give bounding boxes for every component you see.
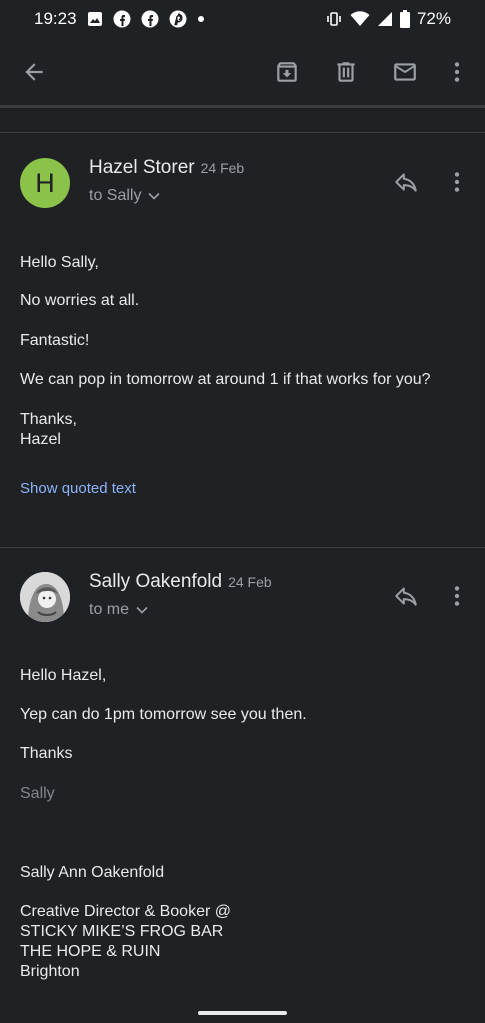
recipient-details-toggle[interactable]: to me: [89, 601, 149, 619]
chevron-down-icon: [148, 192, 161, 200]
signature-line: STICKY MIKE’S FROG BAR: [20, 923, 224, 940]
recipient-details-toggle[interactable]: to Sally: [89, 187, 161, 205]
recipient-label: to me: [89, 601, 130, 618]
wifi-icon: [350, 10, 370, 28]
message-divider: [0, 132, 485, 133]
delete-button[interactable]: [332, 58, 360, 86]
gallery-notification-icon: [87, 11, 103, 27]
more-notifications-dot-icon: [197, 15, 205, 23]
sender-name: Hazel Storer 24 Feb: [89, 157, 244, 179]
message-body-line: No worries at all.: [20, 292, 140, 309]
gesture-nav-handle[interactable]: [198, 1011, 287, 1015]
message-body-line: Hello Sally,: [20, 254, 99, 271]
pinterest-notification-icon: [169, 10, 187, 28]
message-body-line: Thanks: [20, 745, 73, 762]
more-options-button[interactable]: [443, 58, 471, 86]
sender-label: Sally Oakenfold: [89, 571, 223, 592]
trash-icon: [337, 62, 355, 82]
mail-icon: [394, 63, 416, 81]
battery-icon: [399, 10, 410, 28]
more-vert-icon: [454, 586, 460, 606]
message-divider: [0, 547, 485, 548]
message-more-button[interactable]: [443, 168, 471, 196]
archive-button[interactable]: [273, 58, 301, 86]
show-quoted-text-link[interactable]: Show quoted text: [20, 479, 136, 499]
avatar[interactable]: [20, 572, 70, 622]
avatar[interactable]: H: [20, 158, 70, 208]
archive-icon: [277, 62, 297, 82]
vibrate-icon: [325, 10, 343, 28]
message-more-button[interactable]: [443, 582, 471, 610]
chevron-down-icon: [136, 606, 148, 614]
back-button[interactable]: [20, 58, 48, 86]
message-body-line: Fantastic!: [20, 332, 90, 349]
more-vert-icon: [454, 62, 460, 82]
message-header[interactable]: H Hazel Storer 24 Feb to Sally: [0, 148, 485, 228]
reply-button[interactable]: [392, 582, 420, 610]
sender-label: Hazel Storer: [89, 157, 195, 178]
message-body-line: Hello Hazel,: [20, 667, 107, 684]
signature-line: Creative Director & Booker @: [20, 903, 231, 920]
facebook-notification-icon: [141, 10, 159, 28]
message-date: 24 Feb: [200, 160, 245, 176]
message-body-line: Yep can do 1pm tomorrow see you then.: [20, 706, 307, 723]
mark-unread-button[interactable]: [391, 58, 419, 86]
battery-percent: 72%: [416, 9, 451, 28]
reply-icon: [395, 587, 417, 606]
signature-line: Sally Ann Oakenfold: [20, 864, 165, 881]
cell-signal-icon: [377, 11, 393, 27]
more-vert-icon: [454, 172, 460, 192]
recipient-label: to Sally: [89, 187, 142, 204]
message-toolbar: [0, 40, 485, 106]
message-body-line: We can pop in tomorrow at around 1 if th…: [20, 371, 431, 388]
toolbar-divider: [0, 105, 485, 108]
sender-photo: [20, 572, 70, 622]
facebook-notification-icon: [113, 10, 131, 28]
reply-button[interactable]: [392, 168, 420, 196]
reply-icon: [395, 173, 417, 192]
signature-line: Brighton: [20, 963, 80, 980]
signature-line: THE HOPE & RUIN: [20, 943, 161, 960]
message-body-line: Hazel: [20, 431, 61, 448]
arrow-back-icon: [25, 63, 43, 81]
avatar-letter: H: [35, 167, 55, 198]
message-body-line: Thanks,: [20, 411, 77, 428]
message-date: 24 Feb: [228, 574, 272, 590]
sender-name: Sally Oakenfold 24 Feb: [89, 571, 272, 593]
status-time: 19:23: [34, 9, 77, 28]
status-bar: 19:23 72%: [0, 0, 485, 40]
message-body-line: Sally: [20, 785, 55, 802]
message-header[interactable]: Sally Oakenfold 24 Feb to me: [0, 562, 485, 642]
